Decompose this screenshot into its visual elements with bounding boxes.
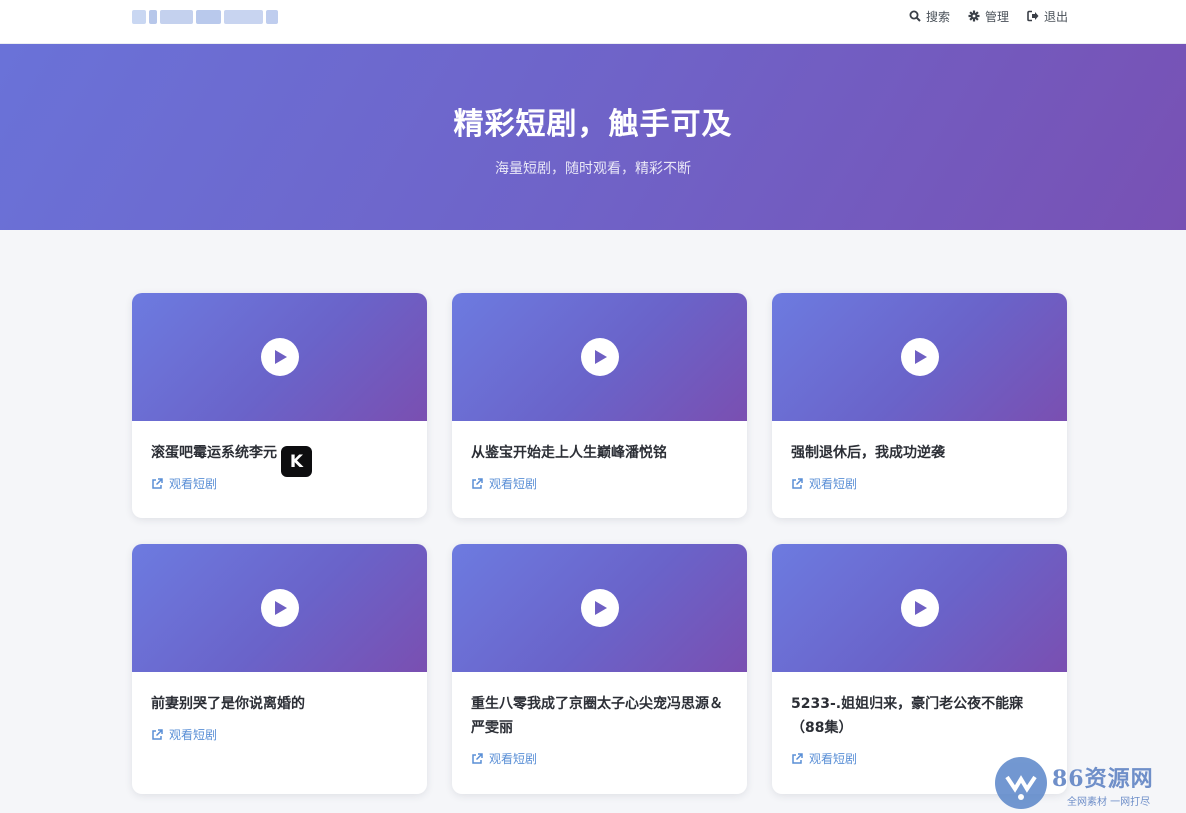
card-title[interactable]: 重生八零我成了京圈太子心尖宠冯思源＆严雯丽 [471,692,729,740]
hero-subtitle: 海量短剧，随时观看，精彩不断 [495,161,691,177]
card-thumbnail[interactable] [132,293,427,421]
nav-manage-label: 管理 [984,9,1009,24]
play-icon[interactable] [260,589,299,627]
play-icon[interactable] [580,589,619,627]
watch-link-label: 观看短剧 [809,477,858,491]
watermark-logo-icon [995,757,1047,809]
card-title[interactable]: 强制退休后，我成功逆袭 [791,441,1049,465]
external-link-icon [152,477,163,489]
play-icon[interactable] [900,338,939,376]
external-link-icon [472,477,483,489]
drama-card[interactable]: 强制退休后，我成功逆袭 观看短剧 [772,293,1067,518]
drama-card[interactable]: 前妻别哭了是你说离婚的 观看短剧 [132,544,427,794]
site-logo-blurred[interactable] [132,8,279,26]
logout-icon [1027,10,1039,22]
external-link-icon [792,752,803,764]
watch-link[interactable]: 观看短剧 [151,726,409,743]
play-icon[interactable] [260,338,299,376]
card-thumbnail[interactable] [452,544,747,672]
card-thumbnail[interactable] [772,293,1067,421]
watermark-tagline: 全网素材 一网打尽 [1067,797,1151,808]
card-thumbnail[interactable] [132,544,427,672]
top-navbar: 搜索 管理 退出 [0,0,1186,44]
watch-link-label: 观看短剧 [809,752,858,766]
watch-link-label: 观看短剧 [489,752,538,766]
play-icon[interactable] [580,338,619,376]
external-link-icon [152,728,163,740]
external-link-icon [472,752,483,764]
nav-search[interactable]: 搜索 [909,8,950,25]
hero-title: 精彩短剧，触手可及 [453,107,733,142]
card-thumbnail[interactable] [772,544,1067,672]
watch-link[interactable]: 观看短剧 [471,475,729,492]
nav-logout-label: 退出 [1043,9,1068,24]
watch-link[interactable]: 观看短剧 [471,750,729,767]
watermark-name: 86资源网 [1052,766,1154,792]
drama-card[interactable]: 滚蛋吧霉运系统李元 观看短剧 [132,293,427,518]
watch-link[interactable]: 观看短剧 [151,475,409,492]
nav-search-label: 搜索 [925,9,950,24]
search-icon [909,10,921,22]
floating-k-badge-icon[interactable]: K [281,446,312,477]
play-icon[interactable] [900,589,939,627]
card-title[interactable]: 从鉴宝开始走上人生巅峰潘悦铭 [471,441,729,465]
card-title[interactable]: 滚蛋吧霉运系统李元 [151,441,409,465]
watch-link-label: 观看短剧 [489,477,538,491]
watch-link-label: 观看短剧 [169,477,218,491]
hero-banner: 精彩短剧，触手可及 海量短剧，随时观看，精彩不断 [0,44,1186,230]
card-title[interactable]: 5233-.姐姐归来，豪门老公夜不能寐（88集） [791,692,1049,740]
card-thumbnail[interactable] [452,293,747,421]
nav-manage[interactable]: 管理 [968,8,1009,25]
card-title[interactable]: 前妻别哭了是你说离婚的 [151,692,409,716]
nav-logout[interactable]: 退出 [1027,8,1068,25]
drama-card[interactable]: 从鉴宝开始走上人生巅峰潘悦铭 观看短剧 [452,293,747,518]
nav-links: 搜索 管理 退出 [909,0,1068,32]
watch-link[interactable]: 观看短剧 [791,475,1049,492]
gear-icon [968,10,980,22]
watch-link-label: 观看短剧 [169,728,218,742]
external-link-icon [792,477,803,489]
watermark: 86资源网 全网素材 一网打尽 [990,755,1186,813]
drama-card[interactable]: 重生八零我成了京圈太子心尖宠冯思源＆严雯丽 观看短剧 [452,544,747,794]
